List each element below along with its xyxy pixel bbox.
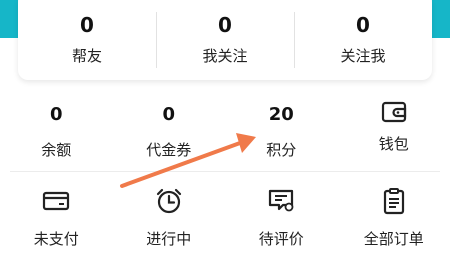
asset-label: 代金券 xyxy=(146,141,192,159)
header-background-left xyxy=(0,0,18,38)
asset-vouchers[interactable]: 0 代金券 xyxy=(113,96,226,166)
order-label: 待评价 xyxy=(258,230,304,248)
stat-friends[interactable]: 0 帮友 xyxy=(18,0,156,80)
clipboard-icon xyxy=(383,188,404,215)
asset-label: 积分 xyxy=(266,141,297,159)
stat-value: 0 xyxy=(80,13,94,37)
header-background-right xyxy=(432,0,450,38)
stat-label: 我关注 xyxy=(202,47,248,65)
social-stats-card: 0 帮友 0 我关注 0 关注我 xyxy=(18,0,432,80)
asset-value: 20 xyxy=(268,104,294,125)
orders-row: 未支付 进行中 待评价 全部订单 xyxy=(0,186,450,268)
order-label: 未支付 xyxy=(33,230,79,248)
asset-label: 余额 xyxy=(41,141,72,159)
section-divider xyxy=(10,171,440,172)
stat-followers[interactable]: 0 关注我 xyxy=(294,0,432,80)
asset-value: 0 xyxy=(162,104,176,125)
alarm-clock-icon xyxy=(156,188,181,214)
stat-value: 0 xyxy=(218,13,232,37)
assets-row: 0 余额 0 代金券 20 积分 钱包 xyxy=(0,96,450,166)
order-all[interactable]: 全部订单 xyxy=(338,186,450,268)
asset-points[interactable]: 20 积分 xyxy=(225,96,338,166)
order-label: 进行中 xyxy=(146,230,192,248)
stat-label: 关注我 xyxy=(340,47,386,65)
order-unpaid[interactable]: 未支付 xyxy=(0,186,113,268)
asset-wallet[interactable]: 钱包 xyxy=(338,96,450,166)
order-to-review[interactable]: 待评价 xyxy=(225,186,338,268)
order-label: 全部订单 xyxy=(363,230,424,248)
order-in-progress[interactable]: 进行中 xyxy=(113,186,226,268)
asset-value: 0 xyxy=(49,104,63,125)
stat-following[interactable]: 0 我关注 xyxy=(156,0,294,80)
asset-balance[interactable]: 0 余额 xyxy=(0,96,113,166)
review-icon xyxy=(269,189,294,212)
stat-label: 帮友 xyxy=(71,47,102,65)
asset-label: 钱包 xyxy=(378,135,409,153)
card-icon xyxy=(43,191,70,211)
wallet-icon xyxy=(381,101,406,123)
stat-value: 0 xyxy=(356,13,370,37)
profile-page: 0 帮友 0 我关注 0 关注我 0 余额 0 代金券 20 积分 钱包 未支付… xyxy=(0,0,450,268)
